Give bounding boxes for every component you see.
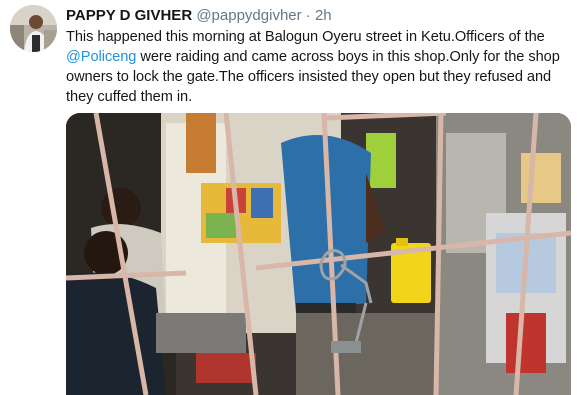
author-handle[interactable]: @pappydgivher <box>196 7 301 24</box>
tweet-text-part-2: were raiding and came across boys in thi… <box>66 49 560 105</box>
author-name[interactable]: PAPPY D GIVHER <box>66 7 192 24</box>
tweet-timestamp[interactable]: 2h <box>315 7 332 24</box>
tweet-header: PAPPY D GIVHER @pappydgivher · 2h <box>66 6 566 26</box>
photo-icon <box>66 113 571 395</box>
tweet-text-part-1: This happened this morning at Balogun Oy… <box>66 29 545 45</box>
tweet-photo[interactable] <box>66 113 571 395</box>
avatar-photo <box>10 5 57 52</box>
mention-link[interactable]: @Policeng <box>66 49 136 65</box>
avatar[interactable] <box>10 5 57 52</box>
tweet[interactable]: PAPPY D GIVHER @pappydgivher · 2h This h… <box>0 0 577 395</box>
separator-dot: · <box>305 7 311 24</box>
tweet-text: This happened this morning at Balogun Oy… <box>66 27 571 107</box>
